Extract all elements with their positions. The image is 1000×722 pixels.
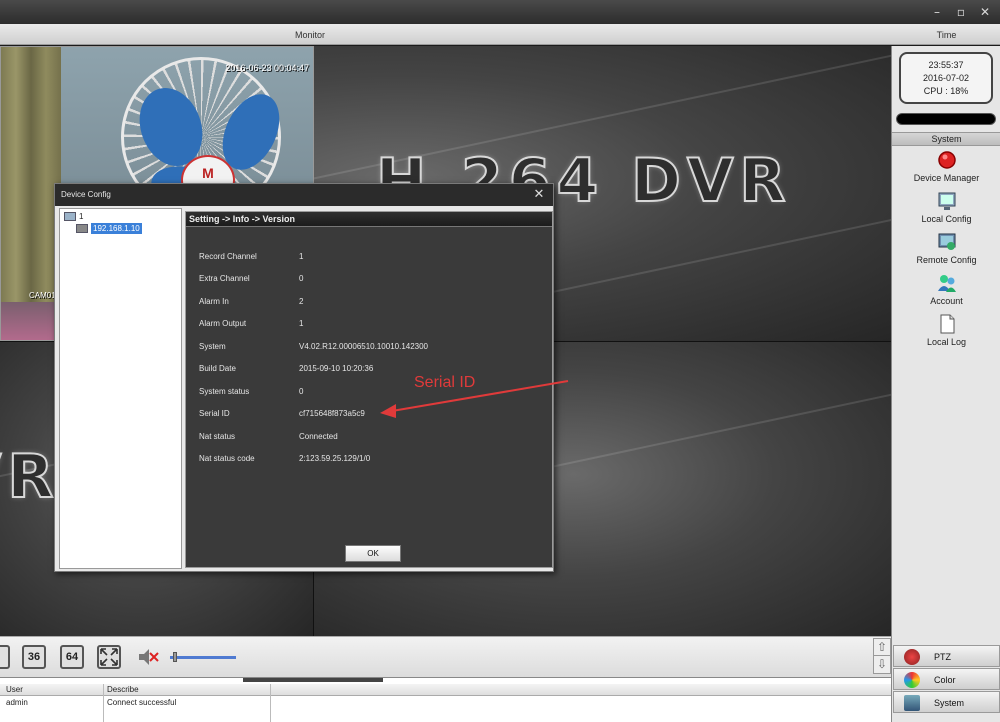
network-icon [64,212,76,222]
local-config-button[interactable]: Local Config [892,191,1000,229]
account-button[interactable]: Account [892,273,1000,311]
close-icon[interactable]: ✕ [978,5,992,19]
maximize-icon[interactable]: ▫ [954,5,968,19]
camera-timestamp: 2016-06-23 00:04:47 [225,63,309,73]
account-label: Account [930,296,963,306]
annotation-arrow-icon [380,380,569,418]
settings-breadcrumb: Setting -> Info -> Version [186,212,552,227]
ok-button[interactable]: OK [345,545,401,562]
log-row-user: admin [6,698,28,707]
right-panel: 23:55:37 2016-07-02 CPU : 18% System Dev… [891,46,1000,722]
volume-slider-handle[interactable] [173,652,178,662]
log-row-describe: Connect successful [107,698,177,707]
fullscreen-icon [100,648,118,666]
layout-36-button[interactable]: 36 [22,645,46,669]
device-tree: 1 192.168.1.10 [59,208,182,569]
clock-time: 23:55:37 [928,60,964,70]
info-row: Alarm Output 1 [199,319,304,328]
local-log-label: Local Log [926,337,967,347]
device-manager-icon [937,151,956,169]
color-icon [904,672,920,688]
system-tab-label: System [934,698,965,708]
account-icon [937,275,956,292]
mute-icon[interactable] [136,645,160,669]
layout-64-button[interactable]: 64 [60,645,84,669]
system-header: System [892,132,1000,146]
system-icon [904,695,920,711]
clock-box: 23:55:37 2016-07-02 CPU : 18% [899,52,993,104]
info-row: Nat status Connected [199,432,338,441]
scroll-up-icon[interactable]: ⇧ [874,639,890,656]
device-manager-label: Device Manager [913,173,980,183]
volume-slider-track[interactable] [170,656,236,659]
dvr-logo-bottom-left: H.264 DVR [0,441,60,513]
cpu-usage: CPU : 18% [923,86,969,96]
fullscreen-button[interactable] [97,645,121,669]
remote-config-label: Remote Config [916,255,977,265]
dialog-title: Device Config [55,184,553,206]
ptz-tab[interactable]: PTZ [893,645,1000,667]
log-header: User Describe [0,684,891,696]
section-header-bar: Monitor Time [0,24,1000,45]
log-splitter[interactable] [243,678,383,682]
panel-scroller[interactable]: ⇧ ⇩ [873,638,891,674]
scroll-down-icon[interactable]: ⇩ [874,656,890,673]
minimize-icon[interactable]: – [930,5,944,19]
device-manager-button[interactable]: Device Manager [892,150,1000,188]
color-tab-label: Color [934,675,956,685]
ptz-tab-label: PTZ [934,652,951,662]
local-log-button[interactable]: Local Log [892,314,1000,352]
log-col-describe: Describe [107,685,139,694]
color-tab[interactable]: Color [893,668,1000,690]
clock-date: 2016-07-02 [922,73,970,83]
local-config-icon [938,192,955,210]
info-row: System V4.02.R12.00006510.10010.142300 [199,342,429,351]
monitor-header: Monitor [294,30,325,40]
tree-device[interactable]: 192.168.1.10 [76,223,142,234]
dialog-close-icon[interactable]: ✕ [531,187,547,203]
layout-button-partial[interactable] [0,645,10,669]
title-bar: – ▫ ✕ [0,0,1000,24]
log-col-user: User [6,685,23,694]
dvr-client-window: – ▫ ✕ Monitor Time H.264 DVR H.264 DVR H… [0,0,1000,722]
info-row: Record Channel 1 [199,252,304,261]
tree-root[interactable]: 1 [64,212,83,222]
log-panel: User Describe admin Connect successful [0,677,891,722]
system-tab[interactable]: System [893,691,1000,713]
ptz-icon [904,649,920,665]
info-row: Extra Channel 0 [199,274,304,283]
dvr-device-icon [76,224,88,234]
local-log-icon [940,314,954,334]
time-header: Time [936,30,957,40]
status-bar [896,113,996,125]
tree-device-label: 192.168.1.10 [91,223,142,234]
local-config-label: Local Config [921,214,972,224]
view-toolbar: 36 64 [0,636,891,677]
info-row: Nat status code 2:123.59.25.129/1/0 [199,454,371,463]
info-row: Alarm In 2 [199,297,304,306]
remote-config-icon [938,233,955,250]
camera-name: CAM01 [29,291,56,300]
remote-config-button[interactable]: Remote Config [892,232,1000,270]
